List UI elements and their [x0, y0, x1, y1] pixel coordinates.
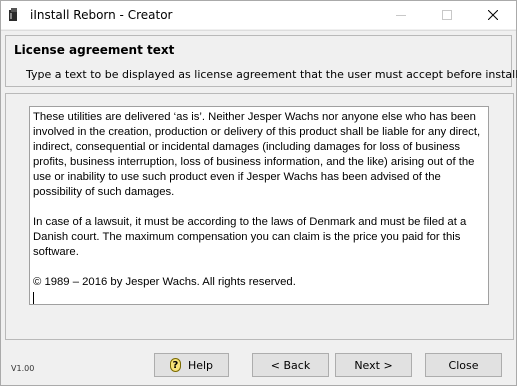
window-title: iInstall Reborn - Creator	[30, 8, 173, 22]
text-caret	[33, 292, 34, 304]
next-button-label: Next >	[354, 358, 393, 372]
minimize-icon	[396, 15, 406, 16]
maximize-button[interactable]	[424, 1, 470, 29]
license-paragraph: In case of a lawsuit, it must be accordi…	[33, 216, 470, 258]
close-button-label: Close	[448, 358, 479, 372]
close-window-button[interactable]	[470, 1, 516, 29]
help-button-label: Help	[187, 358, 214, 372]
close-button[interactable]: Close	[425, 353, 502, 377]
header-box: License agreement text Type a text to be…	[5, 35, 517, 87]
wizard-footer: V1.00 ? Help < Back Next > Close	[1, 344, 516, 385]
close-icon	[488, 10, 498, 20]
wizard-header: License agreement text Type a text to be…	[1, 30, 517, 88]
license-paragraph: © 1989 – 2016 by Jesper Wachs. All right…	[33, 276, 296, 288]
help-icon: ?	[169, 358, 181, 372]
maximize-icon	[442, 10, 452, 20]
content-panel: These utilities are delivered ‘as is’. N…	[5, 93, 514, 340]
page-title: License agreement text	[14, 43, 175, 57]
help-button[interactable]: ? Help	[154, 353, 229, 377]
minimize-button[interactable]	[378, 1, 424, 29]
back-button-label: < Back	[270, 358, 311, 372]
installer-window: iInstall Reborn - Creator License agreem…	[0, 0, 517, 386]
back-button[interactable]: < Back	[252, 353, 329, 377]
version-label: V1.00	[11, 364, 35, 373]
app-icon	[9, 8, 17, 21]
next-button[interactable]: Next >	[335, 353, 412, 377]
license-text-input[interactable]: These utilities are delivered ‘as is’. N…	[29, 106, 489, 305]
page-subtitle: Type a text to be displayed as license a…	[26, 68, 517, 81]
license-paragraph: These utilities are delivered ‘as is’. N…	[33, 111, 484, 198]
title-bar[interactable]: iInstall Reborn - Creator	[1, 1, 516, 29]
